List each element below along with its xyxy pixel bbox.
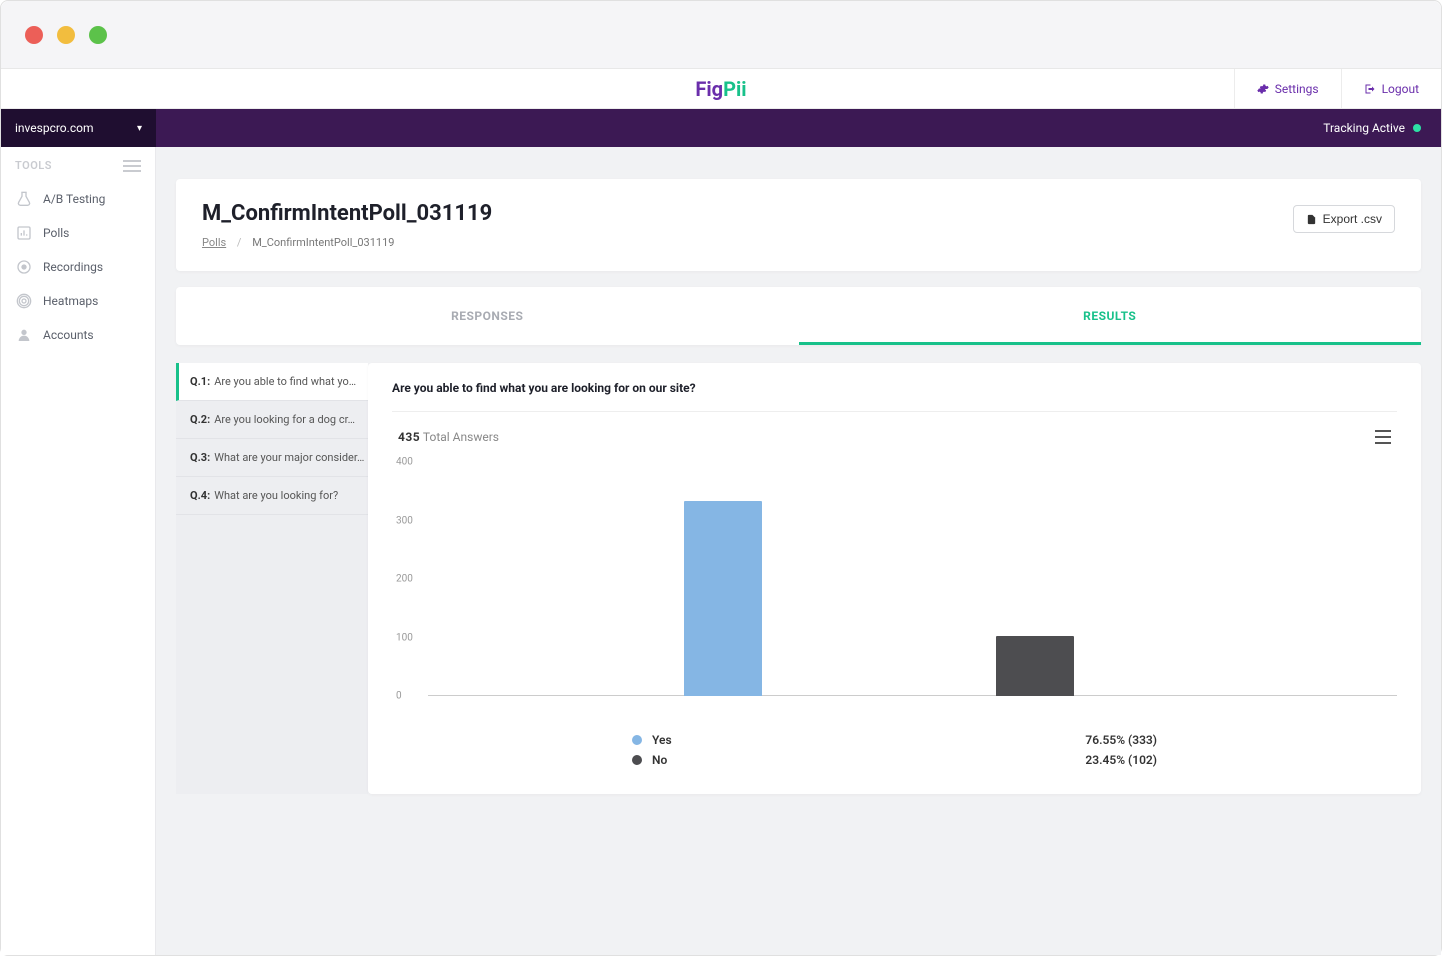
site-bar: invespcro.com ▾ Tracking Active [1,109,1441,147]
sidebar-item-label: Polls [43,226,69,240]
legend-row-no: No 23.45% (102) [392,750,1397,770]
legend-value: 76.55% (333) [1085,733,1157,747]
question-label: What are you looking for? [214,489,338,502]
tab-responses[interactable]: RESPONSES [176,287,799,345]
settings-label: Settings [1275,82,1319,96]
bar-yes [684,501,762,696]
bar-no [996,636,1074,696]
gear-icon [1257,83,1269,95]
y-tick-label: 0 [396,691,402,702]
question-item-2[interactable]: Q.2: Are you looking for a dog cr… [176,401,368,439]
logout-icon [1364,83,1376,95]
y-tick-label: 100 [396,632,413,643]
sidebar-item-accounts[interactable]: Accounts [1,318,155,352]
chart-menu-icon[interactable] [1375,430,1391,444]
file-icon [1306,213,1317,226]
question-num: Q.4: [190,489,210,502]
question-label: What are your major consider… [214,451,364,464]
question-num: Q.2: [190,413,210,426]
top-bar: FigPii Settings Logout [1,69,1441,109]
window-close-icon[interactable] [25,26,43,44]
top-right-links: Settings Logout [1234,69,1441,108]
sidebar-item-label: Accounts [43,328,94,342]
legend-swatch-icon [632,735,642,745]
record-icon [15,258,33,276]
window-chrome [1,1,1441,69]
tracking-status: Tracking Active [1303,121,1441,135]
window-minimize-icon[interactable] [57,26,75,44]
site-name: invespcro.com [15,121,93,135]
question-label: Are you able to find what yo… [214,375,356,388]
legend-value: 23.45% (102) [1085,753,1157,767]
question-item-1[interactable]: Q.1: Are you able to find what yo… [176,363,368,401]
question-item-4[interactable]: Q.4: What are you looking for? [176,477,368,515]
legend-label: No [652,753,667,767]
status-dot-icon [1413,124,1421,132]
y-tick-label: 300 [396,515,413,526]
y-tick-label: 400 [396,457,413,468]
question-num: Q.3: [190,451,210,464]
export-csv-button[interactable]: Export .csv [1293,205,1395,233]
chart-legend: Yes 76.55% (333) No 23.45% (102) [392,730,1397,770]
legend-row-yes: Yes 76.55% (333) [392,730,1397,750]
user-icon [15,326,33,344]
divider [392,411,1397,412]
legend-label: Yes [652,733,672,747]
sidebar-item-heatmaps[interactable]: Heatmaps [1,284,155,318]
tabs: RESPONSES RESULTS [176,287,1421,345]
browser-window: FigPii Settings Logout invespcro.com ▾ T… [0,0,1442,956]
chart-header: 435 Total Answers [392,430,1397,452]
sidebar-item-label: Recordings [43,260,103,274]
question-list: Q.1: Are you able to find what yo… Q.2: … [176,363,368,794]
legend-swatch-icon [632,755,642,765]
main: M_ConfirmIntentPoll_031119 Polls / M_Con… [156,147,1441,955]
chart-area: 0100200300400 [406,452,1397,712]
breadcrumb-root[interactable]: Polls [202,236,226,249]
logo[interactable]: FigPii [695,77,746,101]
flask-icon [15,190,33,208]
question-label: Are you looking for a dog cr… [214,413,355,426]
hamburger-icon[interactable] [123,160,141,172]
body: TOOLS A/B Testing Polls Recordings Heatm… [1,147,1441,955]
question-num: Q.1: [190,375,210,388]
tracking-label: Tracking Active [1323,121,1405,135]
settings-link[interactable]: Settings [1234,69,1341,108]
poll-icon [15,224,33,242]
chart-card: Are you able to find what you are lookin… [368,363,1421,794]
sidebar: TOOLS A/B Testing Polls Recordings Heatm… [1,147,156,955]
question-list-filler [176,515,368,794]
page-header-card: M_ConfirmIntentPoll_031119 Polls / M_Con… [176,179,1421,271]
traffic-lights [25,26,107,44]
heatmap-icon [15,292,33,310]
chevron-down-icon: ▾ [137,123,142,134]
question-item-3[interactable]: Q.3: What are your major consider… [176,439,368,477]
y-tick-label: 200 [396,574,413,585]
sidebar-title: TOOLS [15,159,52,172]
content-row: Q.1: Are you able to find what yo… Q.2: … [176,363,1421,794]
logout-link[interactable]: Logout [1341,69,1441,108]
total-answers-count: 435 [398,430,420,444]
total-answers-label: Total Answers [423,430,499,444]
breadcrumb-current: M_ConfirmIntentPoll_031119 [252,236,394,249]
sidebar-item-polls[interactable]: Polls [1,216,155,250]
sidebar-item-ab-testing[interactable]: A/B Testing [1,182,155,216]
question-title: Are you able to find what you are lookin… [392,381,1397,411]
export-label: Export .csv [1323,212,1382,226]
sidebar-header: TOOLS [1,147,155,182]
breadcrumb-sep: / [237,236,242,249]
total-answers: 435 Total Answers [398,430,499,444]
x-axis-line [428,695,1397,696]
sidebar-item-label: Heatmaps [43,294,98,308]
sidebar-item-recordings[interactable]: Recordings [1,250,155,284]
logout-label: Logout [1382,82,1419,96]
tab-results[interactable]: RESULTS [799,287,1422,345]
window-maximize-icon[interactable] [89,26,107,44]
site-select-dropdown[interactable]: invespcro.com ▾ [1,109,156,147]
breadcrumb: Polls / M_ConfirmIntentPoll_031119 [202,236,492,249]
page-title: M_ConfirmIntentPoll_031119 [202,201,492,226]
sidebar-item-label: A/B Testing [43,192,105,206]
